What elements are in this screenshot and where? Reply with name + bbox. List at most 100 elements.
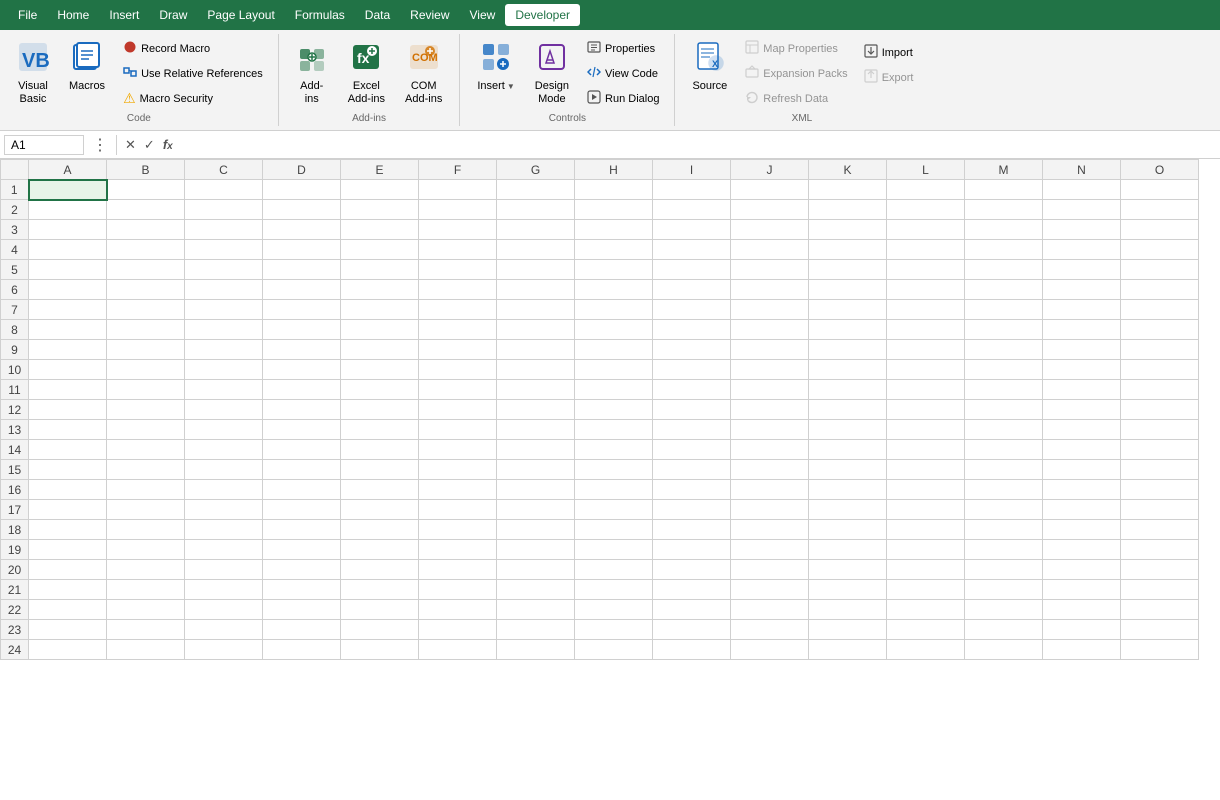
- cell-K5[interactable]: [809, 260, 887, 280]
- cell-K18[interactable]: [809, 520, 887, 540]
- cell-M15[interactable]: [965, 460, 1043, 480]
- cell-I12[interactable]: [653, 400, 731, 420]
- cell-H1[interactable]: [575, 180, 653, 200]
- properties-button[interactable]: Properties: [580, 36, 666, 61]
- cell-I23[interactable]: [653, 620, 731, 640]
- cell-A24[interactable]: [29, 640, 107, 660]
- cell-M20[interactable]: [965, 560, 1043, 580]
- row-header-23[interactable]: 23: [1, 620, 29, 640]
- cell-G18[interactable]: [497, 520, 575, 540]
- cell-O18[interactable]: [1121, 520, 1199, 540]
- cell-N15[interactable]: [1043, 460, 1121, 480]
- cell-F8[interactable]: [419, 320, 497, 340]
- cell-F22[interactable]: [419, 600, 497, 620]
- cell-D17[interactable]: [263, 500, 341, 520]
- cell-O23[interactable]: [1121, 620, 1199, 640]
- cell-C18[interactable]: [185, 520, 263, 540]
- cell-L15[interactable]: [887, 460, 965, 480]
- cell-D7[interactable]: [263, 300, 341, 320]
- cell-F2[interactable]: [419, 200, 497, 220]
- cell-M2[interactable]: [965, 200, 1043, 220]
- cell-I11[interactable]: [653, 380, 731, 400]
- row-header-6[interactable]: 6: [1, 280, 29, 300]
- cancel-formula-button[interactable]: ✕: [121, 135, 140, 155]
- cell-E20[interactable]: [341, 560, 419, 580]
- cell-J16[interactable]: [731, 480, 809, 500]
- cell-D14[interactable]: [263, 440, 341, 460]
- cell-D9[interactable]: [263, 340, 341, 360]
- cell-J14[interactable]: [731, 440, 809, 460]
- cell-L17[interactable]: [887, 500, 965, 520]
- row-header-21[interactable]: 21: [1, 580, 29, 600]
- cell-C15[interactable]: [185, 460, 263, 480]
- cell-C4[interactable]: [185, 240, 263, 260]
- cell-E6[interactable]: [341, 280, 419, 300]
- insert-control-button[interactable]: Insert ▼: [468, 36, 523, 98]
- cell-O7[interactable]: [1121, 300, 1199, 320]
- row-header-9[interactable]: 9: [1, 340, 29, 360]
- cell-E9[interactable]: [341, 340, 419, 360]
- cell-I13[interactable]: [653, 420, 731, 440]
- cell-N16[interactable]: [1043, 480, 1121, 500]
- cell-F21[interactable]: [419, 580, 497, 600]
- menu-review[interactable]: Review: [400, 4, 459, 26]
- cell-F16[interactable]: [419, 480, 497, 500]
- cell-F15[interactable]: [419, 460, 497, 480]
- cell-F7[interactable]: [419, 300, 497, 320]
- cell-K23[interactable]: [809, 620, 887, 640]
- cell-I16[interactable]: [653, 480, 731, 500]
- cell-G6[interactable]: [497, 280, 575, 300]
- cell-N4[interactable]: [1043, 240, 1121, 260]
- cell-H24[interactable]: [575, 640, 653, 660]
- cell-I19[interactable]: [653, 540, 731, 560]
- cell-N11[interactable]: [1043, 380, 1121, 400]
- cell-B18[interactable]: [107, 520, 185, 540]
- cell-C3[interactable]: [185, 220, 263, 240]
- cell-A21[interactable]: [29, 580, 107, 600]
- cell-D20[interactable]: [263, 560, 341, 580]
- cell-I2[interactable]: [653, 200, 731, 220]
- cell-O2[interactable]: [1121, 200, 1199, 220]
- cell-C2[interactable]: [185, 200, 263, 220]
- cell-F11[interactable]: [419, 380, 497, 400]
- cell-F4[interactable]: [419, 240, 497, 260]
- cell-E23[interactable]: [341, 620, 419, 640]
- cell-G8[interactable]: [497, 320, 575, 340]
- cell-O10[interactable]: [1121, 360, 1199, 380]
- cell-A11[interactable]: [29, 380, 107, 400]
- record-macro-button[interactable]: Record Macro: [116, 36, 270, 61]
- cell-G13[interactable]: [497, 420, 575, 440]
- cell-D8[interactable]: [263, 320, 341, 340]
- cell-L11[interactable]: [887, 380, 965, 400]
- cell-N24[interactable]: [1043, 640, 1121, 660]
- col-header-B[interactable]: B: [107, 160, 185, 180]
- cell-L14[interactable]: [887, 440, 965, 460]
- cell-N6[interactable]: [1043, 280, 1121, 300]
- cell-E8[interactable]: [341, 320, 419, 340]
- col-header-I[interactable]: I: [653, 160, 731, 180]
- cell-K4[interactable]: [809, 240, 887, 260]
- cell-E24[interactable]: [341, 640, 419, 660]
- cell-I1[interactable]: [653, 180, 731, 200]
- cell-F18[interactable]: [419, 520, 497, 540]
- cell-B21[interactable]: [107, 580, 185, 600]
- cell-B13[interactable]: [107, 420, 185, 440]
- cell-C19[interactable]: [185, 540, 263, 560]
- cell-I14[interactable]: [653, 440, 731, 460]
- cell-N18[interactable]: [1043, 520, 1121, 540]
- cell-H7[interactable]: [575, 300, 653, 320]
- use-relative-references-button[interactable]: Use Relative References: [116, 61, 270, 86]
- cell-K16[interactable]: [809, 480, 887, 500]
- cell-L22[interactable]: [887, 600, 965, 620]
- cell-E4[interactable]: [341, 240, 419, 260]
- cell-O1[interactable]: [1121, 180, 1199, 200]
- cell-O20[interactable]: [1121, 560, 1199, 580]
- cell-N23[interactable]: [1043, 620, 1121, 640]
- refresh-data-button[interactable]: Refresh Data: [738, 86, 854, 111]
- cell-H4[interactable]: [575, 240, 653, 260]
- cell-N10[interactable]: [1043, 360, 1121, 380]
- cell-D16[interactable]: [263, 480, 341, 500]
- col-header-N[interactable]: N: [1043, 160, 1121, 180]
- cell-D10[interactable]: [263, 360, 341, 380]
- visual-basic-button[interactable]: VB VisualBasic: [8, 36, 58, 111]
